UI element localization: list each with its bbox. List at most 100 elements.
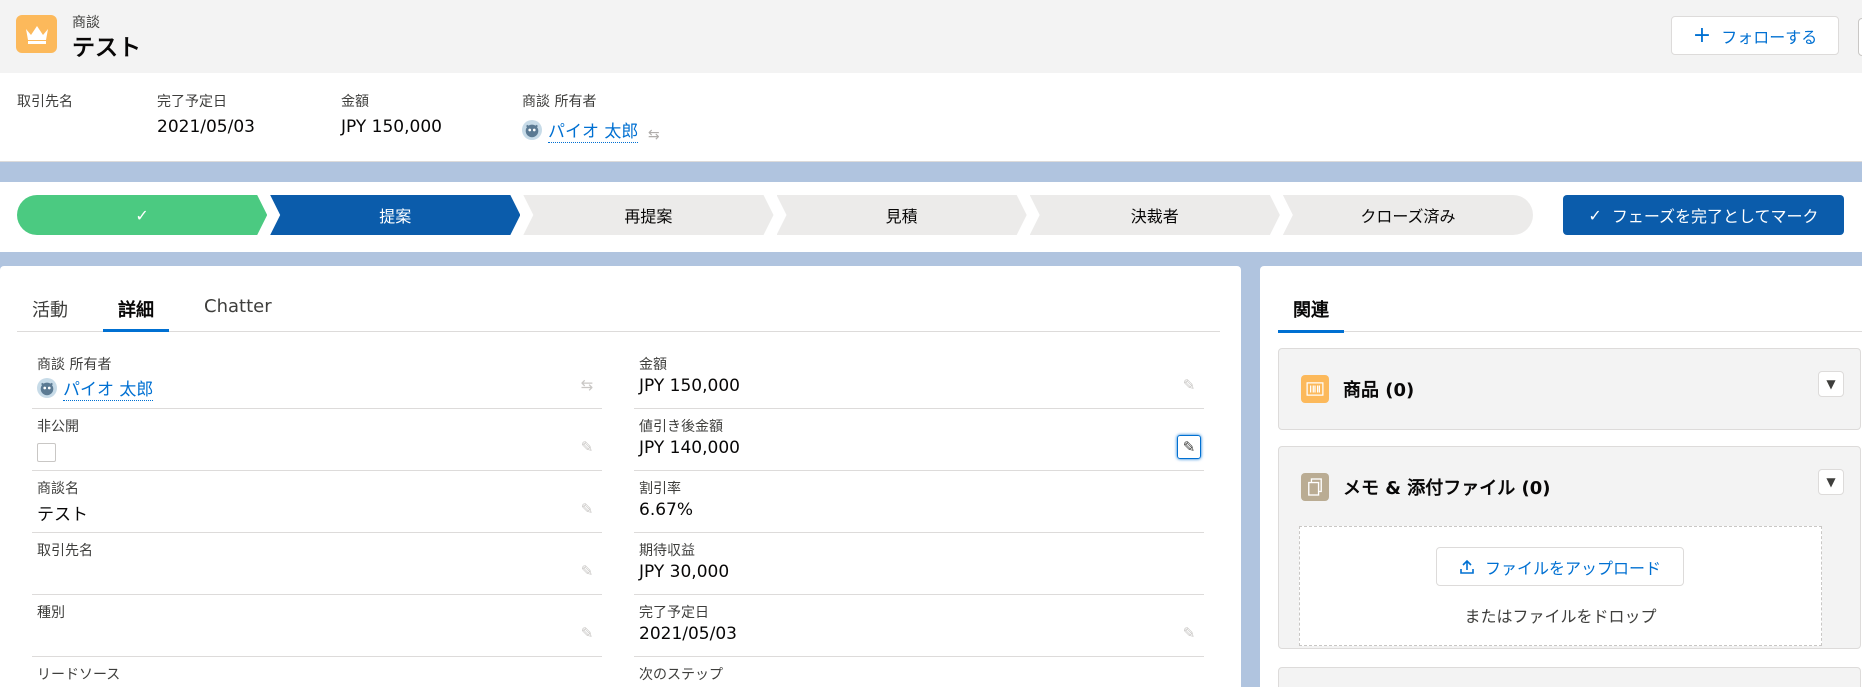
change-owner-icon[interactable]: ⇆ <box>648 127 660 143</box>
path-stage-label: 再提案 <box>624 207 673 226</box>
field-type: 種別 ✎ <box>32 596 602 657</box>
field-label: 商談名 <box>37 481 79 497</box>
owner-link[interactable]: パイオ 太郎 <box>522 117 639 143</box>
header-field-label: 商談 所有者 <box>522 94 597 110</box>
related-list-header: メモ & 添付ファイル (0) <box>1301 447 1550 527</box>
field-label: 商談 所有者 <box>37 357 112 373</box>
field-account-name: 取引先名 ✎ <box>32 534 602 595</box>
field-value: JPY 140,000 <box>639 438 740 458</box>
edit-pencil-icon[interactable]: ✎ <box>578 500 596 518</box>
tab-activity[interactable]: 活動 <box>17 286 83 331</box>
record-header <box>0 0 1862 162</box>
follow-button-label: フォローする <box>1721 27 1818 47</box>
owner-name: パイオ 太郎 <box>63 375 154 401</box>
field-lead-source: リードソース <box>32 658 602 687</box>
field-close-date: 完了予定日 2021/05/03 ✎ <box>634 596 1204 657</box>
upload-files-label: ファイルをアップロード <box>1484 558 1661 578</box>
path-stage-proposal[interactable]: 提案 <box>270 195 520 235</box>
header-field-value: JPY 150,000 <box>341 117 442 137</box>
field-label: リードソース <box>37 667 121 683</box>
tab-related[interactable]: 関連 <box>1278 286 1344 333</box>
related-list-title[interactable]: 商品 (0) <box>1343 376 1414 402</box>
edit-pencil-icon[interactable]: ✎ <box>1177 435 1201 459</box>
check-icon: ✓ <box>135 205 149 225</box>
change-owner-icon[interactable]: ⇆ <box>578 376 596 394</box>
header-owner-value: パイオ 太郎 ⇆ <box>522 117 660 144</box>
path-stage-label: 見積 <box>885 207 918 226</box>
edit-pencil-icon[interactable]: ✎ <box>1180 376 1198 394</box>
field-value: 6.67% <box>639 500 694 520</box>
upload-files-button[interactable]: ファイルをアップロード <box>1436 547 1684 586</box>
field-label: 非公開 <box>37 419 79 435</box>
edit-pencil-icon[interactable]: ✎ <box>1180 624 1198 642</box>
opportunity-crown-icon <box>16 15 57 53</box>
header-field-label: 完了予定日 <box>157 94 227 110</box>
file-drop-zone[interactable]: ファイルをアップロード またはファイルをドロップ <box>1299 526 1822 646</box>
field-value: テスト <box>37 505 88 525</box>
field-value: JPY 150,000 <box>639 376 740 396</box>
field-discounted-amount: 値引き後金額 JPY 140,000 ✎ <box>634 410 1204 471</box>
notes-files-icon <box>1301 473 1329 501</box>
field-label: 取引先名 <box>37 543 93 559</box>
header-more-actions-stub[interactable] <box>1858 18 1862 56</box>
header-field-close-date: 完了予定日 2021/05/03 <box>157 91 255 137</box>
mark-stage-complete-button[interactable]: ✓ フェーズを完了としてマーク <box>1563 195 1844 235</box>
private-checkbox[interactable] <box>37 443 56 462</box>
avatar <box>37 378 57 398</box>
header-field-value: 2021/05/03 <box>157 117 255 137</box>
path-stage-closed[interactable]: クローズ済み <box>1282 195 1534 235</box>
header-field-owner: 商談 所有者 パイオ 太郎 ⇆ <box>522 91 660 144</box>
avatar <box>522 120 542 140</box>
related-list-notes-attachments: メモ & 添付ファイル (0) ▼ ファイルをアップロード またはファイルをドロ… <box>1278 446 1861 649</box>
edit-pencil-icon[interactable]: ✎ <box>578 562 596 580</box>
owner-name: パイオ 太郎 <box>548 117 639 143</box>
header-field-label: 取引先名 <box>17 94 73 110</box>
owner-link[interactable]: パイオ 太郎 <box>37 375 154 401</box>
field-amount: 金額 JPY 150,000 ✎ <box>634 348 1204 409</box>
path-stage-quote[interactable]: 見積 <box>777 195 1027 235</box>
header-field-amount: 金額 JPY 150,000 <box>341 91 442 137</box>
field-label: 完了予定日 <box>639 605 709 621</box>
header-field-label: 金額 <box>341 94 369 110</box>
tab-details[interactable]: 詳細 <box>103 286 169 332</box>
path-stages: ✓ 提案 再提案 見積 決裁者 クローズ済み <box>17 195 1534 235</box>
related-list-title[interactable]: メモ & 添付ファイル (0) <box>1343 474 1550 500</box>
field-label: 値引き後金額 <box>639 419 723 435</box>
path-stage-complete[interactable]: ✓ <box>17 195 267 235</box>
field-value: JPY 30,000 <box>639 562 730 582</box>
field-label: 期待収益 <box>639 543 695 559</box>
related-list-products: 商品 (0) ▼ <box>1278 348 1861 430</box>
check-icon: ✓ <box>1588 205 1602 225</box>
field-value: 2021/05/03 <box>639 624 737 644</box>
chevron-down-icon[interactable]: ▼ <box>1818 371 1844 397</box>
edit-pencil-icon[interactable]: ✎ <box>578 624 596 642</box>
field-owner: 商談 所有者 パイオ 太郎 ⇆ <box>32 348 602 409</box>
field-label: 次のステップ <box>639 667 723 683</box>
product-barcode-icon <box>1301 375 1329 403</box>
field-discount-rate: 割引率 6.67% <box>634 472 1204 533</box>
path-stage-label: 提案 <box>379 207 412 226</box>
header-field-account: 取引先名 <box>17 91 73 117</box>
path-stage-decision-maker[interactable]: 決裁者 <box>1030 195 1280 235</box>
related-tabs: 関連 <box>1278 286 1862 333</box>
field-expected-revenue: 期待収益 JPY 30,000 <box>634 534 1204 595</box>
record-tabs: 活動 詳細 Chatter <box>17 286 1220 332</box>
chevron-down-icon[interactable]: ▼ <box>1818 469 1844 495</box>
related-list-next <box>1278 667 1861 687</box>
path-stage-label: クローズ済み <box>1360 207 1456 226</box>
edit-pencil-icon[interactable]: ✎ <box>578 438 596 456</box>
field-label: 種別 <box>37 605 65 621</box>
follow-button[interactable]: + フォローする <box>1671 16 1839 55</box>
record-header-top <box>0 0 1862 73</box>
field-opportunity-name: 商談名 テスト ✎ <box>32 472 602 533</box>
field-next-step: 次のステップ <box>634 658 1204 687</box>
path-stage-label: 決裁者 <box>1130 207 1179 226</box>
drop-files-text: またはファイルをドロップ <box>1464 607 1657 626</box>
related-list-header: 商品 (0) <box>1301 349 1414 429</box>
path-stage-re-proposal[interactable]: 再提案 <box>523 195 773 235</box>
field-label: 割引率 <box>639 481 681 497</box>
field-label: 金額 <box>639 357 667 373</box>
plus-icon: + <box>1692 22 1712 48</box>
record-title: テスト <box>72 35 141 61</box>
tab-chatter[interactable]: Chatter <box>189 286 287 331</box>
